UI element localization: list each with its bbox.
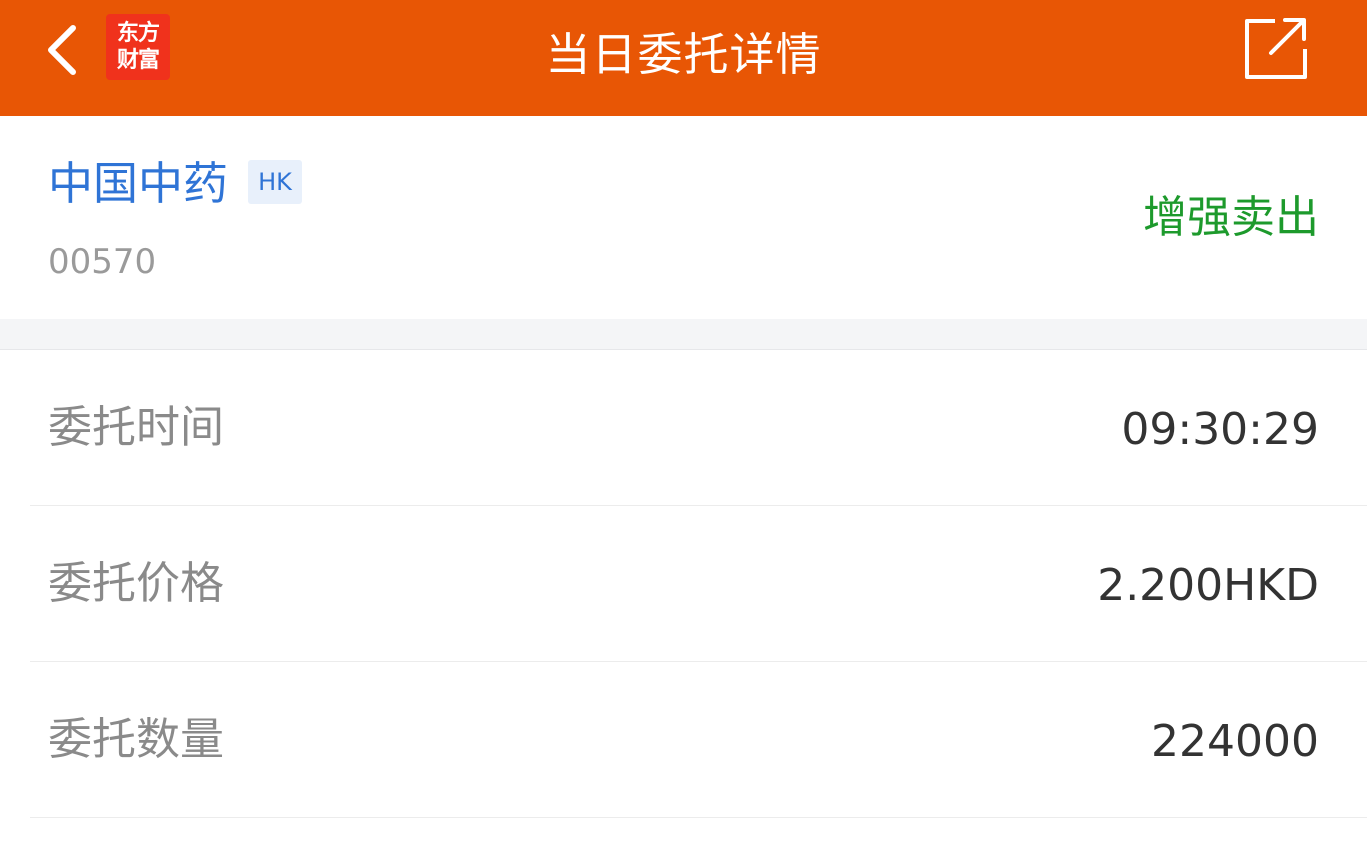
detail-value: 09:30:29 [1121, 404, 1319, 455]
page-title: 当日委托详情 [545, 27, 822, 81]
market-badge: HK [248, 160, 302, 204]
share-out-icon [1245, 18, 1307, 79]
share-button[interactable] [1236, 12, 1316, 86]
order-detail-list: 委托时间 09:30:29 委托价格 2.200HKD 委托数量 224000 [0, 350, 1367, 818]
detail-row-quantity: 委托数量 224000 [0, 662, 1367, 818]
order-type-label: 增强卖出 [1143, 192, 1319, 243]
detail-label: 委托数量 [48, 714, 224, 765]
row-divider [30, 817, 1367, 818]
app-header: 东方 财富 当日委托详情 [0, 0, 1367, 116]
detail-label: 委托价格 [48, 558, 224, 609]
stock-info-card: 中国中药 HK 00570 增强卖出 [0, 116, 1367, 319]
detail-row-price: 委托价格 2.200HKD [0, 506, 1367, 662]
detail-value: 224000 [1151, 716, 1319, 767]
detail-label: 委托时间 [48, 402, 224, 453]
stock-code: 00570 [48, 242, 157, 282]
detail-value: 2.200HKD [1097, 560, 1319, 611]
section-divider [0, 319, 1367, 350]
detail-row-time: 委托时间 09:30:29 [0, 350, 1367, 506]
stock-name[interactable]: 中国中药 [48, 154, 228, 214]
